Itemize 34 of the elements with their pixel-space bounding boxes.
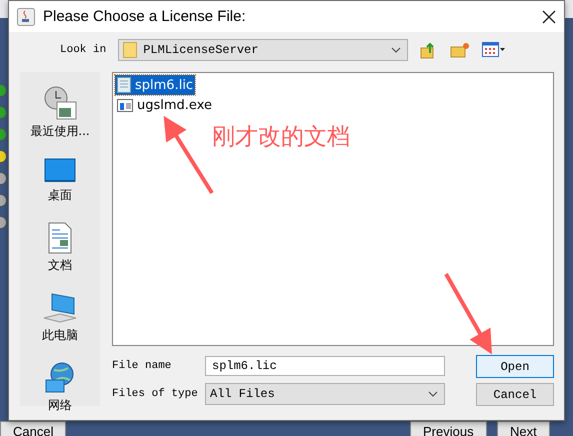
annotation-text: 刚才改的文档 <box>212 123 350 152</box>
background-button[interactable]: Next <box>497 421 550 436</box>
look-in-label: Look in <box>60 44 106 56</box>
java-cup-icon <box>17 8 35 26</box>
dialog-button[interactable]: Cancel <box>476 383 554 406</box>
text-file-icon <box>117 77 131 93</box>
clock-icon <box>42 86 77 120</box>
background-button[interactable]: Cancel <box>0 421 66 436</box>
look-in-dropdown[interactable]: PLMLicenseServer <box>118 39 408 61</box>
view-menu-icon[interactable] <box>482 42 506 58</box>
file-name-field[interactable]: splm6.lic <box>205 356 445 376</box>
new-folder-icon[interactable] <box>450 42 470 58</box>
place-label[interactable]: 此电脑 <box>42 327 78 344</box>
program-icon <box>117 98 133 112</box>
place-label[interactable]: 文档 <box>48 257 72 274</box>
background-button[interactable]: Previous <box>410 421 487 436</box>
dropdown-caret-icon <box>428 391 438 398</box>
file-type-label: Files of type <box>112 388 199 400</box>
folder-icon <box>123 42 138 58</box>
file-item[interactable]: ugslmd.exe <box>115 95 214 115</box>
dialog-button[interactable]: Open <box>476 355 554 378</box>
document-icon <box>48 222 72 254</box>
file-name-label: File name <box>112 360 172 372</box>
place-label[interactable]: 桌面 <box>48 187 72 204</box>
computer-icon <box>42 292 78 324</box>
window-title: Please Choose a License File: <box>43 8 247 25</box>
close-icon[interactable] <box>542 10 556 24</box>
place-label[interactable]: 最近使用... <box>30 123 90 140</box>
file-type-dropdown[interactable]: All Files <box>205 383 445 406</box>
network-icon <box>44 362 76 394</box>
dropdown-caret-icon <box>391 47 402 53</box>
place-label[interactable]: 网络 <box>48 397 72 414</box>
desktop-icon <box>44 158 76 184</box>
file-item[interactable]: splm6.lic <box>115 75 196 95</box>
